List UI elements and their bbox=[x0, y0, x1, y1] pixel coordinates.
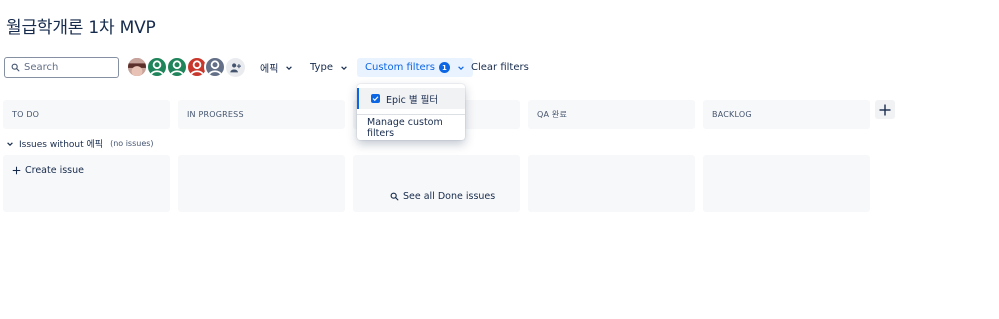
custom-filters-label: Custom filters bbox=[365, 62, 435, 73]
avatar[interactable] bbox=[146, 56, 168, 78]
column-body-qa-done bbox=[528, 155, 695, 212]
dropdown-divider bbox=[357, 114, 465, 115]
user-icon bbox=[207, 60, 223, 76]
custom-filters-button[interactable]: Custom filters 1 bbox=[357, 58, 473, 77]
column-header-in-progress: IN PROGRESS bbox=[178, 100, 345, 129]
plus-icon bbox=[879, 104, 891, 115]
column-header-qa-done: QA 완료 bbox=[528, 100, 695, 129]
create-issue-label: Create issue bbox=[25, 165, 84, 176]
column-header-backlog: BACKLOG bbox=[703, 100, 870, 129]
manage-custom-filters-link[interactable]: Manage custom filters bbox=[367, 117, 465, 139]
swimlane-count: (no issues) bbox=[110, 139, 154, 148]
dropdown-item-epic-filter[interactable]: Epic 별 필터 bbox=[357, 88, 465, 109]
page-title: 월급학개론 1차 MVP bbox=[6, 18, 156, 38]
chevron-down-icon bbox=[341, 65, 347, 70]
add-column-button[interactable] bbox=[875, 100, 895, 119]
custom-filters-count-badge: 1 bbox=[438, 62, 450, 73]
column-header-todo: TO DO bbox=[3, 100, 170, 129]
chevron-down-icon bbox=[7, 141, 13, 146]
plus-icon bbox=[12, 166, 21, 175]
avatar[interactable] bbox=[166, 56, 188, 78]
swimlane-header[interactable]: Issues without 에픽 (no issues) bbox=[6, 137, 154, 150]
column-body-todo bbox=[3, 155, 170, 212]
add-people-button[interactable] bbox=[226, 58, 245, 77]
dropdown-item-label: Epic 별 필터 bbox=[386, 94, 439, 106]
chevron-down-icon bbox=[458, 65, 464, 70]
column-header-label: QA 완료 bbox=[537, 110, 568, 119]
column-header-label: IN PROGRESS bbox=[187, 110, 244, 119]
custom-filters-dropdown: Epic 별 필터 Manage custom filters bbox=[357, 84, 465, 140]
column-body-in-progress bbox=[178, 155, 345, 212]
see-all-done-issues-label: See all Done issues bbox=[403, 191, 496, 202]
clear-filters-button[interactable]: Clear filters bbox=[467, 58, 533, 77]
avatar[interactable] bbox=[204, 56, 226, 78]
column-body-backlog bbox=[703, 155, 870, 212]
user-photo-icon bbox=[128, 58, 146, 76]
add-person-icon bbox=[230, 63, 241, 73]
user-icon bbox=[169, 60, 185, 76]
checkmark-icon bbox=[372, 96, 379, 102]
chevron-down-icon bbox=[286, 65, 293, 70]
type-filter-button[interactable]: Type bbox=[306, 58, 352, 77]
search-input-wrapper[interactable] bbox=[4, 57, 119, 78]
search-icon bbox=[390, 192, 399, 201]
avatar[interactable] bbox=[126, 56, 148, 78]
swimlane-label: Issues without 에픽 bbox=[19, 140, 104, 150]
checkbox[interactable] bbox=[371, 94, 380, 103]
search-input[interactable] bbox=[24, 62, 114, 73]
manage-custom-filters-label: Manage custom filters bbox=[367, 117, 443, 139]
epic-filter-label: 에픽 bbox=[260, 64, 279, 75]
search-icon bbox=[11, 63, 20, 72]
column-header-label: BACKLOG bbox=[712, 110, 752, 119]
clear-filters-label: Clear filters bbox=[471, 62, 529, 73]
type-filter-label: Type bbox=[310, 62, 333, 73]
epic-filter-button[interactable]: 에픽 bbox=[256, 58, 297, 77]
see-all-done-issues-button[interactable]: See all Done issues bbox=[390, 191, 495, 202]
column-header-label: TO DO bbox=[12, 110, 40, 119]
user-icon bbox=[149, 60, 165, 76]
column-body-done bbox=[353, 155, 520, 212]
create-issue-button[interactable]: Create issue bbox=[12, 165, 84, 176]
